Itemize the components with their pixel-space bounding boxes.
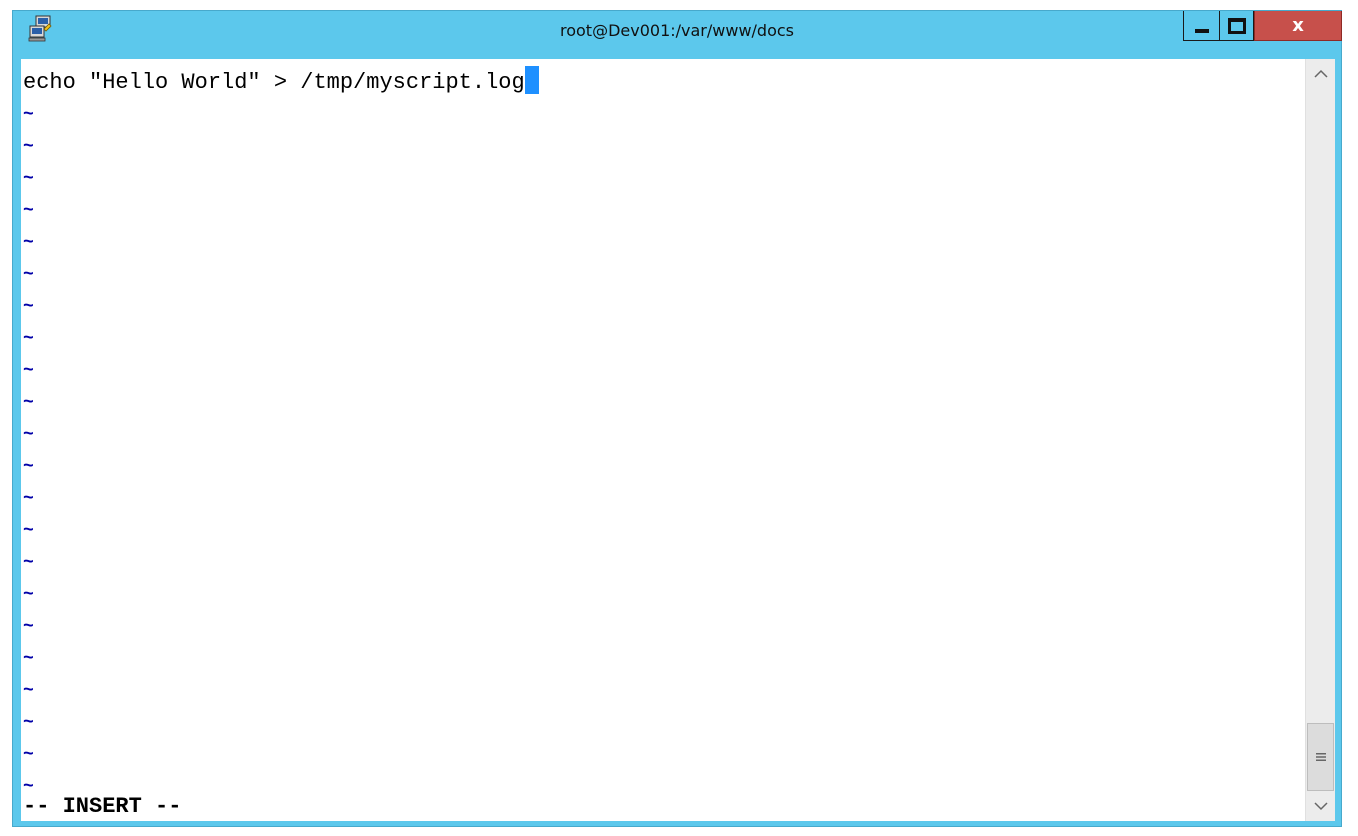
empty-line-marker: ~ [23,201,34,221]
command-line: echo "Hello World" > /tmp/myscript.log [23,66,539,99]
command-text: echo "Hello World" > /tmp/myscript.log [23,70,525,95]
grip-icon [1315,753,1326,761]
empty-line-marker: ~ [23,617,34,637]
empty-line-marker: ~ [23,713,34,733]
empty-line-marker: ~ [23,233,34,253]
scroll-up-button[interactable] [1306,59,1335,89]
window-title: root@Dev001:/var/www/docs [560,21,794,40]
title-bar[interactable]: root@Dev001:/var/www/docs x [13,11,1342,51]
close-button[interactable]: x [1254,11,1342,41]
empty-line-marker: ~ [23,521,34,541]
empty-line-marker: ~ [23,681,34,701]
empty-line-marker: ~ [23,393,34,413]
chevron-down-icon [1313,802,1328,811]
terminal-client-area: echo "Hello World" > /tmp/myscript.log -… [21,59,1335,821]
empty-line-marker: ~ [23,649,34,669]
maximize-icon [1227,17,1246,34]
empty-line-marker: ~ [23,105,34,125]
empty-line-marker: ~ [23,457,34,477]
minimize-button[interactable] [1183,11,1219,41]
chevron-up-icon [1313,69,1328,78]
empty-line-marker: ~ [23,745,34,765]
maximize-button[interactable] [1219,11,1254,41]
close-icon: x [1292,15,1304,36]
empty-line-marker: ~ [23,777,34,797]
text-cursor [524,66,539,95]
empty-line-marker: ~ [23,169,34,189]
scroll-down-button[interactable] [1306,791,1335,821]
empty-line-marker: ~ [23,361,34,381]
vertical-scrollbar[interactable] [1305,59,1335,821]
empty-line-marker: ~ [23,265,34,285]
empty-line-marker: ~ [23,585,34,605]
empty-line-marker: ~ [23,425,34,445]
minimize-icon [1194,28,1209,33]
empty-line-marker: ~ [23,489,34,509]
empty-line-marker: ~ [23,553,34,573]
scroll-thumb[interactable] [1307,723,1334,791]
terminal-window: root@Dev001:/var/www/docs x echo "Hello … [12,10,1342,827]
empty-line-marker: ~ [23,137,34,157]
vim-status-line: -- INSERT -- [23,794,182,819]
empty-line-marker: ~ [23,297,34,317]
terminal-text-area[interactable]: echo "Hello World" > /tmp/myscript.log -… [21,59,1307,821]
empty-line-marker: ~ [23,329,34,349]
